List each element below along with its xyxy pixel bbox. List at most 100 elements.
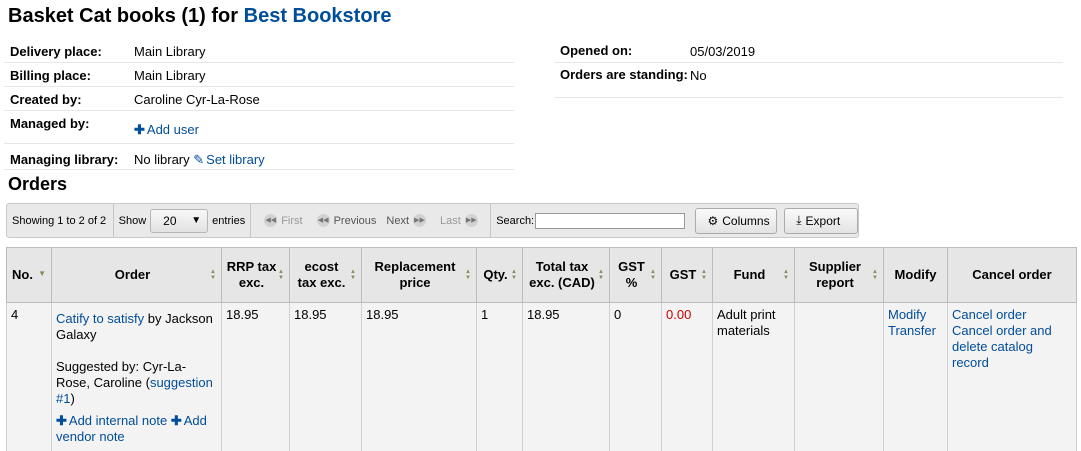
- note-links: ✚ Add internal note ✚ Add vendor note: [56, 413, 217, 445]
- delivery-place-row: Delivery place: Main Library: [4, 38, 514, 63]
- column-header-gst[interactable]: GST ▲ ▼: [661, 247, 713, 303]
- column-header-rrp[interactable]: RRP tax exc. ▲ ▼: [221, 247, 290, 303]
- column-header-order-label: Order: [114, 267, 151, 282]
- created-by-value: Caroline Cyr-La-Rose: [134, 92, 260, 107]
- cell-gst: 0.00: [661, 302, 713, 451]
- sort-icon: ▲ ▼: [465, 269, 471, 281]
- managing-library-label: Managing library:: [10, 152, 119, 167]
- column-header-fund[interactable]: Fund ▲ ▼: [712, 247, 795, 303]
- pagination: ◀◀ First ◀◀ Previous Next ▶▶ Last ▶▶: [251, 204, 492, 237]
- column-header-rrp-label: RRP tax exc.: [226, 259, 277, 290]
- orders-heading: Orders: [8, 174, 68, 194]
- sort-icon: ▲ ▼: [783, 269, 789, 281]
- search-label: Search:: [496, 214, 535, 227]
- sort-icon: ▲ ▼: [598, 269, 604, 281]
- export-button[interactable]: ⤓ Export: [784, 207, 859, 234]
- show-label: Show: [118, 214, 147, 227]
- suggestion-info: Suggested by: Cyr-La-Rose, Caroline (sug…: [56, 359, 217, 407]
- cell-rrp: 18.95: [221, 302, 290, 451]
- column-header-replacement-label: Replacement price: [374, 259, 456, 290]
- column-header-order[interactable]: Order ▲ ▼: [51, 247, 222, 303]
- column-header-fund-label: Fund: [733, 267, 766, 282]
- column-header-total-label: Total tax exc. (CAD): [529, 259, 595, 290]
- cancel-delete-link[interactable]: Cancel order and delete catalog record: [952, 323, 1072, 371]
- column-header-gst-label: GST: [669, 267, 697, 282]
- managing-library-value: No library ✎ Set library: [134, 152, 514, 169]
- entries-label: entries: [212, 214, 246, 227]
- column-header-ecost-label: ecost tax exc.: [297, 259, 346, 290]
- add-user-link[interactable]: ✚ Add user: [134, 122, 199, 137]
- table-header-row: No. ▼ Order ▲ ▼ RRP tax exc. ▲ ▼ ecost tax ex…: [6, 247, 1077, 303]
- column-header-cancel-label: Cancel order: [972, 267, 1052, 282]
- basket-info-left: Delivery place: Main Library Billing pla…: [4, 38, 514, 170]
- column-header-gst-pct[interactable]: GST % ▲ ▼: [609, 247, 662, 303]
- cell-fund: Adult print materials: [712, 302, 795, 451]
- search-input[interactable]: [535, 212, 686, 229]
- add-internal-note-link[interactable]: ✚ Add internal note: [56, 413, 167, 428]
- column-header-supplier-report[interactable]: Supplier report ▲ ▼: [794, 247, 884, 303]
- order-title-link[interactable]: Catify to satisfy: [56, 311, 144, 326]
- last-page-button[interactable]: Last ▶▶: [440, 214, 482, 227]
- column-header-gst-pct-label: GST %: [618, 259, 645, 290]
- download-icon: ⤓: [796, 213, 802, 227]
- add-internal-note-label: Add internal note: [68, 413, 168, 428]
- search-area: Search:: [491, 204, 695, 237]
- page-size-select[interactable]: 20 ▼: [150, 208, 209, 233]
- cell-order: Catify to satisfy by Jackson Galaxy Sugg…: [51, 302, 222, 451]
- created-by-row: Created by: Caroline Cyr-La-Rose: [4, 87, 514, 111]
- set-library-label: Set library: [206, 152, 265, 167]
- transfer-link[interactable]: Transfer: [888, 323, 943, 339]
- cell-replacement: 18.95: [361, 302, 477, 451]
- managed-by-value: ✚ Add user: [134, 116, 514, 143]
- basket-info-right: Opened on: 05/03/2019 Orders are standin…: [554, 38, 1063, 98]
- first-page-icon: ◀◀: [264, 214, 278, 227]
- sort-icon: ▲ ▼: [511, 269, 517, 281]
- table-info-text: Showing 1 to 2 of 2: [12, 214, 107, 227]
- delivery-place-value: Main Library: [134, 44, 206, 59]
- plus-icon: ✚: [170, 413, 182, 428]
- cell-modify: Modify Transfer: [883, 302, 948, 451]
- previous-page-button[interactable]: ◀◀ Previous: [313, 214, 377, 227]
- standing-row: Orders are standing: No: [554, 63, 1063, 98]
- columns-button[interactable]: ⚙ Columns: [695, 207, 778, 234]
- next-page-icon: ▶▶: [413, 214, 427, 227]
- column-header-qty[interactable]: Qty. ▲ ▼: [476, 247, 523, 303]
- vendor-link[interactable]: Best Bookstore: [244, 5, 392, 27]
- page-length: Show 20 ▼ entries: [114, 204, 252, 237]
- first-page-button[interactable]: ◀◀ First: [260, 214, 303, 227]
- opened-on-value: 05/03/2019: [690, 44, 756, 59]
- billing-place-label: Billing place:: [10, 68, 91, 83]
- delivery-place-label: Delivery place:: [10, 44, 102, 59]
- plus-icon: ✚: [56, 413, 67, 428]
- managing-library-text: No library: [134, 152, 190, 167]
- table-info: Showing 1 to 2 of 2: [7, 204, 114, 237]
- column-header-ecost[interactable]: ecost tax exc. ▲ ▼: [289, 247, 362, 303]
- set-library-link[interactable]: ✎ Set library: [193, 152, 264, 167]
- previous-page-label: Previous: [333, 214, 377, 227]
- standing-value: No: [690, 68, 707, 83]
- last-page-label: Last: [440, 214, 461, 227]
- column-header-total[interactable]: Total tax exc. (CAD) ▲ ▼: [522, 247, 610, 303]
- cancel-order-link[interactable]: Cancel order: [952, 307, 1072, 323]
- standing-label: Orders are standing:: [560, 67, 688, 82]
- sort-icon: ▲ ▼: [650, 269, 656, 281]
- sort-icon: ▲ ▼: [350, 269, 356, 281]
- order-by: by: [147, 311, 162, 326]
- page-size-value: 20: [163, 213, 177, 228]
- managed-by-row: Managed by: ✚ Add user: [4, 111, 514, 144]
- next-page-button[interactable]: Next ▶▶: [386, 214, 430, 227]
- sort-icon: ▲ ▼: [278, 269, 284, 281]
- last-page-icon: ▶▶: [464, 214, 478, 227]
- column-header-replacement[interactable]: Replacement price ▲ ▼: [361, 247, 477, 303]
- cell-cancel: Cancel order Cancel order and delete cat…: [947, 302, 1077, 451]
- modify-link[interactable]: Modify: [888, 307, 943, 323]
- column-header-no[interactable]: No. ▼: [6, 247, 52, 303]
- managing-library-row: Managing library: No library ✎ Set librar…: [4, 144, 514, 170]
- cell-ecost: 18.95: [289, 302, 362, 451]
- pencil-icon: ✎: [193, 152, 205, 167]
- sort-icon: ▲ ▼: [210, 269, 216, 281]
- export-label: Export: [805, 213, 841, 228]
- add-user-label: Add user: [146, 122, 199, 137]
- opened-on-label: Opened on:: [560, 43, 633, 58]
- created-by-label: Created by:: [10, 92, 82, 107]
